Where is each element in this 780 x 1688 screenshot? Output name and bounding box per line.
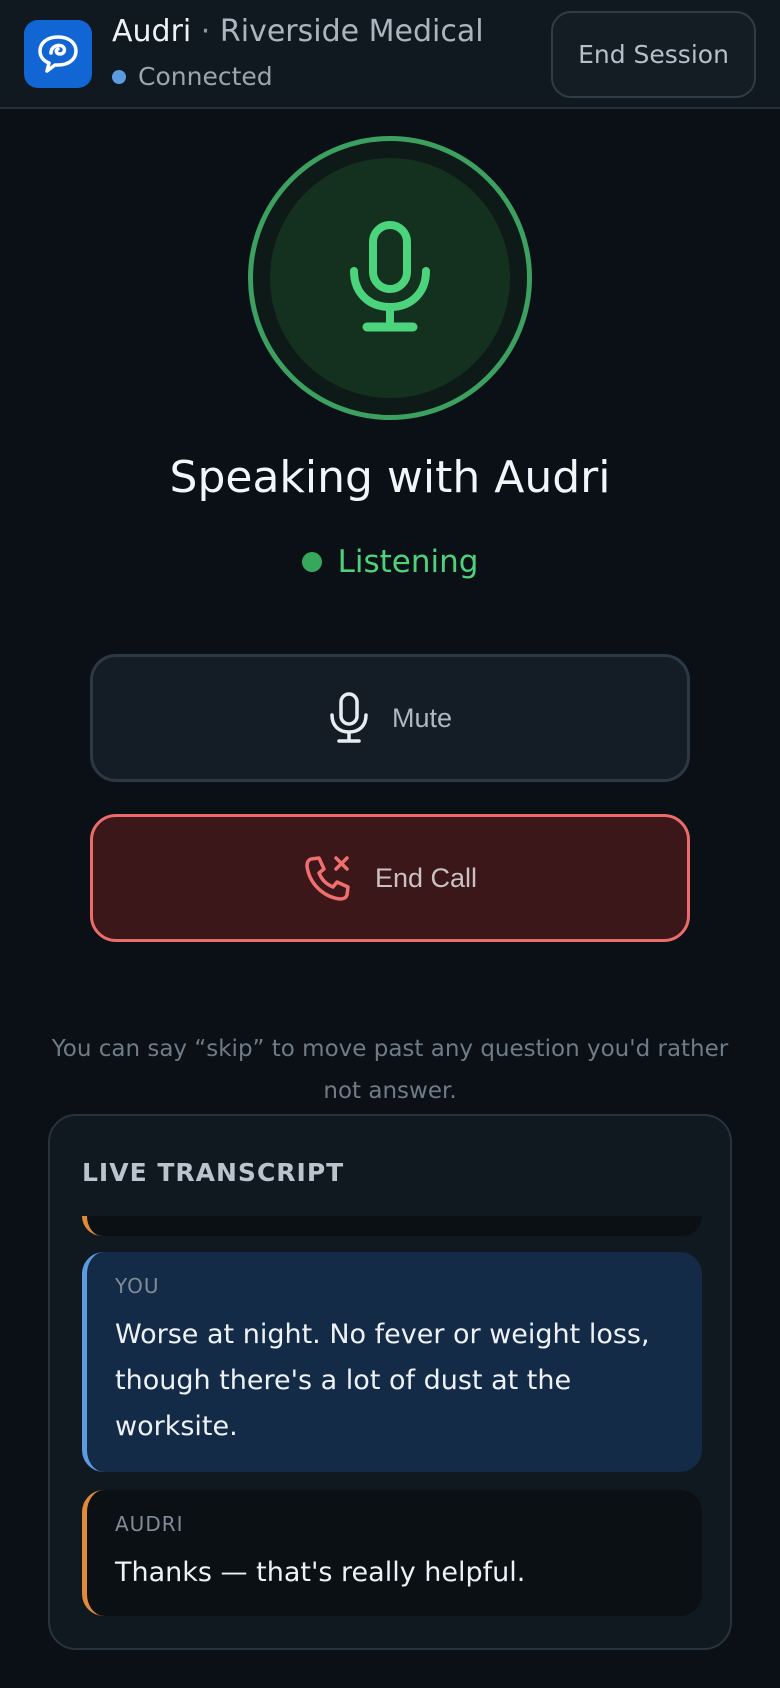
phone-x-icon [305,856,350,901]
microphone-icon [350,221,430,332]
listening-dot-icon [301,552,322,572]
transcript-message-user: YOU Worse at night. No fever or weight l… [82,1252,702,1472]
call-state-label: Listening [337,544,479,580]
app-header: Audri · Riverside Medical Connected End … [0,0,780,109]
voice-indicator-core [270,158,510,398]
message-speaker: AUDRI [115,1512,184,1536]
message-text: Worse at night. No fever or weight loss,… [115,1319,650,1442]
organization-name: Riverside Medical [219,14,484,49]
connection-status-label: Connected [138,62,273,91]
transcript-message-assistant: AUDRI Thanks — that's really helpful. [82,1490,702,1616]
title-separator: · [200,14,211,49]
app-title: Audri · Riverside Medical [112,14,484,49]
end-call-button-label: End Call [374,862,478,893]
connection-status: Connected [112,62,273,91]
mute-button[interactable]: Mute [90,654,690,782]
assistant-name: Audri [112,14,192,49]
live-transcript-panel: LIVE TRANSCRIPT YOU Worse at night. No f… [48,1114,732,1650]
microphone-icon [330,692,368,743]
app-logo [24,20,92,88]
status-dot-icon [112,69,126,84]
mute-button-label: Mute [391,702,453,733]
call-title: Speaking with Audri [169,452,611,503]
skip-hint: You can say “skip” to move past any ques… [51,1036,729,1104]
end-call-button[interactable]: End Call [90,814,690,942]
chat-bubble-icon [38,35,78,73]
call-state: Listening [0,544,780,580]
end-session-button[interactable]: End Session [551,11,756,98]
message-text: Thanks — that's really helpful. [115,1557,526,1588]
previous-message-edge [82,1216,702,1236]
transcript-title: LIVE TRANSCRIPT [82,1158,345,1187]
message-speaker: YOU [115,1274,160,1298]
transcript-scroll-area[interactable]: YOU Worse at night. No fever or weight l… [82,1216,702,1636]
voice-indicator [248,136,532,420]
